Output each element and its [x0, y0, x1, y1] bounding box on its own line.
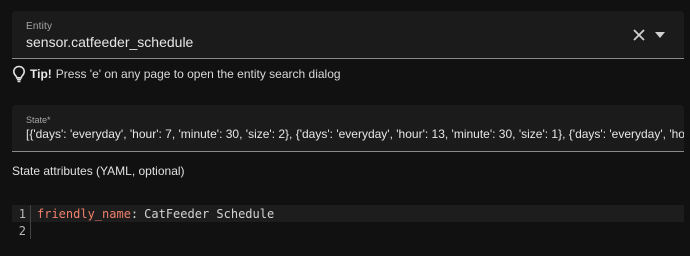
state-attributes-title: State attributes (YAML, optional)	[12, 164, 185, 178]
line-number: 2	[18, 223, 26, 238]
gutter-divider	[30, 205, 31, 222]
tip-text: Press 'e' on any page to open the entity…	[55, 67, 341, 81]
state-value[interactable]: [{'days': 'everyday', 'hour': 7, 'minute…	[26, 127, 684, 141]
lightbulb-icon	[12, 65, 26, 83]
yaml-value: CatFeeder Schedule	[144, 206, 275, 221]
tip-strong: Tip!	[30, 67, 52, 81]
code-line[interactable]: 1 friendly_name: CatFeeder Schedule	[12, 205, 684, 222]
yaml-key: friendly_name	[37, 206, 131, 221]
state-label: State*	[26, 115, 51, 125]
gutter-divider	[30, 222, 31, 239]
close-icon[interactable]	[632, 28, 646, 42]
entity-value[interactable]: sensor.catfeeder_schedule	[26, 34, 193, 50]
entity-picker[interactable]: Entity sensor.catfeeder_schedule	[12, 11, 684, 59]
line-number: 1	[18, 206, 26, 221]
entity-label: Entity	[26, 21, 53, 32]
code-line[interactable]: 2	[12, 222, 684, 239]
caret-down-icon[interactable]	[654, 30, 666, 40]
yaml-code-editor[interactable]: 1 friendly_name: CatFeeder Schedule 2	[12, 200, 684, 246]
entity-search-tip: Tip! Press 'e' on any page to open the e…	[12, 64, 341, 84]
state-input[interactable]: State* [{'days': 'everyday', 'hour': 7, …	[12, 105, 684, 152]
yaml-colon: :	[130, 206, 139, 221]
developer-tools-state-panel: Entity sensor.catfeeder_schedule Tip! Pr…	[0, 0, 690, 256]
